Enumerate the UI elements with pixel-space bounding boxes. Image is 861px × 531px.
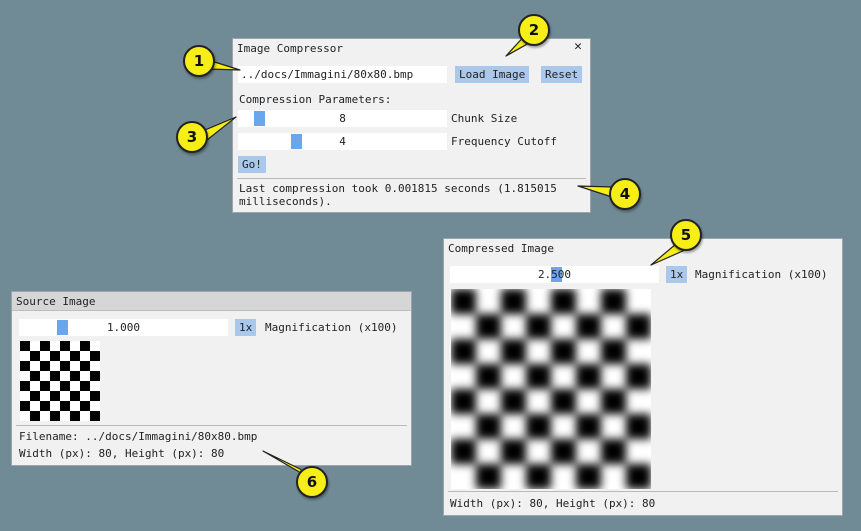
callout-3-badge: 3 [176,121,208,153]
callout-3-arrow [204,116,237,141]
callout-4-badge: 4 [609,178,641,210]
callout-6-badge: 6 [296,466,328,498]
callout-arrows [204,31,686,478]
callout-1-badge: 1 [183,45,215,77]
callout-2-badge: 2 [518,14,550,46]
callout-5-badge: 5 [670,219,702,251]
callout-4-arrow [577,185,614,198]
